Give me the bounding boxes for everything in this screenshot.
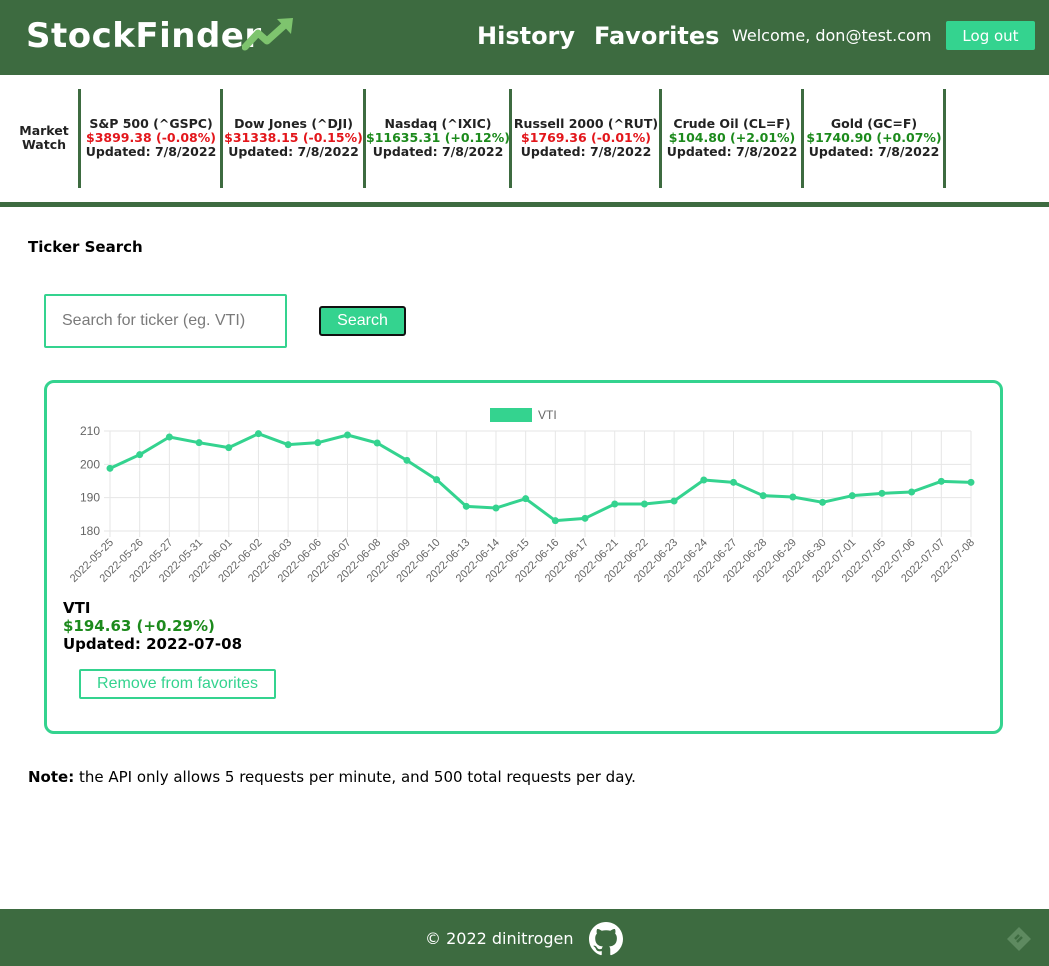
market-item-name: Gold (GC=F) — [830, 116, 918, 131]
legend-swatch — [490, 408, 532, 422]
data-point — [551, 517, 559, 525]
trending-up-icon — [242, 18, 293, 51]
market-item-price: $1769.36 (-0.01%) — [521, 130, 651, 145]
data-point — [789, 493, 797, 501]
market-watch-title: Market Watch — [14, 124, 74, 152]
market-item-name: S&P 500 (^GSPC) — [89, 116, 213, 131]
data-point — [373, 439, 381, 447]
welcome-text: Welcome, don@test.com — [732, 26, 932, 45]
market-watch-bar: Market Watch S&P 500 (^GSPC) $3899.38 (-… — [0, 75, 1049, 207]
data-point — [284, 441, 292, 449]
market-item-name: Russell 2000 (^RUT) — [513, 116, 659, 131]
data-point — [908, 488, 916, 496]
market-item-crude-oil[interactable]: Crude Oil (CL=F) $104.80 (+2.01%) Update… — [662, 117, 802, 159]
y-tick-label: 210 — [80, 424, 100, 438]
market-item-sp500[interactable]: S&P 500 (^GSPC) $3899.38 (-0.08%) Update… — [81, 117, 221, 159]
note-label: Note: — [28, 768, 75, 786]
data-point — [670, 497, 678, 505]
data-point — [640, 500, 648, 508]
data-point — [492, 504, 500, 512]
market-item-updated: Updated: 7/8/2022 — [85, 144, 217, 159]
data-point — [314, 439, 322, 447]
price-line-chart: 1801902002102022-05-252022-05-262022-05-… — [68, 408, 977, 585]
divider — [943, 89, 946, 188]
market-item-updated: Updated: 7/8/2022 — [372, 144, 504, 159]
market-item-price: $3899.38 (-0.08%) — [86, 130, 216, 145]
logout-button[interactable]: Log out — [946, 21, 1035, 50]
data-point — [106, 464, 114, 472]
market-item-russell[interactable]: Russell 2000 (^RUT) $1769.36 (-0.01%) Up… — [512, 117, 660, 159]
copyright-text: © 2022 dinitrogen — [425, 929, 574, 948]
quote-updated: Updated: 2022-07-08 — [63, 635, 243, 653]
market-item-price: $104.80 (+2.01%) — [668, 130, 796, 145]
market-item-dow[interactable]: Dow Jones (^DJI) $31338.15 (-0.15%) Upda… — [223, 117, 364, 159]
nav-history[interactable]: History — [477, 20, 575, 52]
data-point — [462, 502, 470, 510]
github-icon[interactable] — [589, 922, 623, 956]
data-point — [165, 433, 173, 441]
feedly-icon[interactable] — [1006, 926, 1032, 952]
ticker-card: 180 190 200 210 2022-05-25 2022-05-26 2022-05-… — [44, 380, 1003, 734]
remove-favorite-button[interactable]: Remove from favorites — [79, 669, 276, 699]
data-point — [611, 500, 619, 508]
quote-symbol: VTI — [63, 599, 91, 617]
market-item-price: $1740.90 (+0.07%) — [806, 130, 942, 145]
market-item-price: $31338.15 (-0.15%) — [224, 130, 363, 145]
market-item-updated: Updated: 7/8/2022 — [808, 144, 940, 159]
data-point — [581, 514, 589, 522]
data-point — [433, 476, 441, 484]
data-point — [937, 477, 945, 485]
ticker-search-input[interactable] — [44, 294, 287, 348]
data-point — [967, 478, 975, 486]
brand-logo-text[interactable]: StockFinder — [26, 14, 262, 58]
market-item-updated: Updated: 7/8/2022 — [228, 144, 359, 159]
market-item-updated: Updated: 7/8/2022 — [666, 144, 798, 159]
legend-label: VTI — [538, 408, 557, 422]
market-item-nasdaq[interactable]: Nasdaq (^IXIC) $11635.31 (+0.12%) Update… — [366, 117, 510, 159]
data-point — [819, 498, 827, 506]
note-text: the API only allows 5 requests per minut… — [74, 768, 636, 786]
y-tick-label: 190 — [80, 491, 100, 505]
footer: © 2022 dinitrogen — [0, 909, 1049, 966]
market-item-name: Dow Jones (^DJI) — [234, 116, 353, 131]
market-item-price: $11635.31 (+0.12%) — [366, 130, 510, 145]
data-point — [225, 444, 233, 452]
data-point — [729, 478, 737, 486]
data-point — [700, 476, 708, 484]
market-watch-title-line1: Market — [19, 123, 69, 138]
series-line-vti — [109, 432, 972, 523]
data-point — [759, 492, 767, 500]
data-point — [403, 456, 411, 464]
search-button[interactable]: Search — [319, 306, 406, 336]
y-tick-label: 200 — [80, 457, 100, 471]
data-point — [344, 431, 352, 439]
ticker-search-title: Ticker Search — [28, 238, 143, 256]
data-point — [136, 451, 144, 459]
data-point — [848, 492, 856, 500]
market-item-name: Nasdaq (^IXIC) — [384, 116, 492, 131]
market-item-updated: Updated: 7/8/2022 — [520, 144, 652, 159]
data-point — [878, 489, 886, 497]
data-point — [522, 495, 530, 503]
market-watch-title-line2: Watch — [21, 137, 67, 152]
api-note: Note: the API only allows 5 requests per… — [28, 767, 636, 787]
data-point — [195, 439, 203, 447]
data-point — [254, 430, 262, 438]
y-tick-label: 180 — [80, 524, 100, 538]
nav-favorites[interactable]: Favorites — [594, 20, 719, 52]
quote-price: $194.63 (+0.29%) — [63, 617, 215, 635]
market-item-name: Crude Oil (CL=F) — [673, 116, 791, 131]
market-item-gold[interactable]: Gold (GC=F) $1740.90 (+0.07%) Updated: 7… — [804, 117, 944, 159]
top-navbar: StockFinder History Favorites Welcome, d… — [0, 0, 1049, 75]
